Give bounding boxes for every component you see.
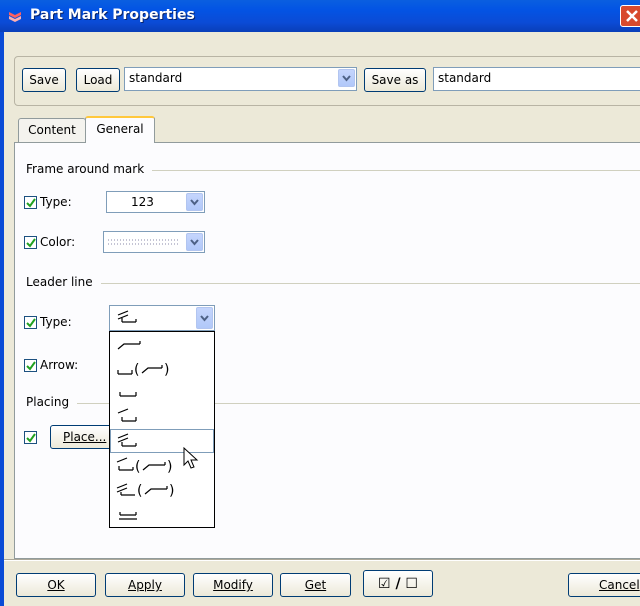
app-logo-icon xyxy=(9,12,21,22)
frame-color-select[interactable] xyxy=(103,231,205,253)
frame-type-value: 123 xyxy=(131,195,154,209)
leader-double-slant-icon xyxy=(117,433,137,447)
leader-option-straight[interactable] xyxy=(110,332,214,356)
svg-text:(: ( xyxy=(134,362,139,378)
tab-content[interactable]: Content xyxy=(18,118,86,142)
svg-text:): ) xyxy=(164,362,169,378)
save-as-field[interactable]: standard xyxy=(433,67,640,91)
placing-checkbox[interactable] xyxy=(24,431,37,444)
leader-type-label: Type: xyxy=(40,315,72,329)
leader-underline-icon xyxy=(119,512,137,520)
leader-type-select[interactable] xyxy=(109,305,215,331)
chevron-down-icon[interactable] xyxy=(186,233,203,251)
tab-general[interactable]: General xyxy=(85,116,155,143)
apply-button[interactable]: Apply xyxy=(105,573,185,597)
load-button[interactable]: Load xyxy=(76,68,120,92)
leader-double-paren-icon: ( ) xyxy=(116,483,174,498)
check-icon xyxy=(26,198,36,208)
leader-arrow-checkbox[interactable] xyxy=(24,359,37,372)
toggle-all-checkboxes-button[interactable]: ☑ / ☐ xyxy=(363,570,433,597)
leader-double-slant-icon xyxy=(117,310,137,323)
frame-color-checkbox[interactable] xyxy=(24,236,37,249)
place-button[interactable]: Place... xyxy=(50,425,116,449)
apply-button-label: Apply xyxy=(128,578,162,592)
save-button[interactable]: Save xyxy=(22,68,66,92)
get-button-label: Get xyxy=(304,578,327,592)
leader-option-double-paren[interactable]: ( ) xyxy=(110,477,214,501)
preset-select[interactable]: standard xyxy=(124,67,357,91)
frame-section-title: Frame around mark xyxy=(26,162,153,176)
save-as-button[interactable]: Save as xyxy=(364,68,426,92)
chevron-down-icon[interactable] xyxy=(196,307,213,329)
check-icon xyxy=(26,238,36,248)
leader-section-title: Leader line xyxy=(26,275,101,289)
leader-arrow-label: Arrow: xyxy=(40,358,79,372)
check-icon xyxy=(26,318,36,328)
svg-text:(: ( xyxy=(135,459,140,474)
leader-option-slant-box[interactable] xyxy=(110,404,214,428)
footer-divider-highlight xyxy=(4,560,640,561)
chevron-down-icon[interactable] xyxy=(338,69,355,87)
leader-option-box[interactable] xyxy=(110,380,214,404)
dotted-line-swatch-icon xyxy=(108,239,178,245)
frame-color-label: Color: xyxy=(40,235,76,249)
cancel-button-label: Cancel xyxy=(599,578,640,592)
check-icon xyxy=(26,361,36,371)
leader-type-checkbox[interactable] xyxy=(24,316,37,329)
get-button[interactable]: Get xyxy=(280,573,351,597)
frame-type-select[interactable]: 123 xyxy=(106,191,205,213)
close-icon xyxy=(626,10,638,22)
window-border-left xyxy=(0,32,4,606)
modify-button[interactable]: Modify xyxy=(193,573,273,597)
close-button[interactable] xyxy=(620,5,640,27)
preset-value: standard xyxy=(129,71,183,85)
modify-button-label: Modify xyxy=(213,578,253,592)
chevron-down-icon[interactable] xyxy=(186,193,203,211)
place-button-label: Place... xyxy=(63,430,107,444)
leader-slant-box-icon xyxy=(117,408,137,422)
frame-type-checkbox[interactable] xyxy=(24,196,37,209)
frame-type-label: Type: xyxy=(40,195,72,209)
leader-option-box-paren[interactable]: ( ) xyxy=(110,356,214,380)
leader-box-paren-icon: ( ) xyxy=(117,362,169,378)
placing-section-title: Placing xyxy=(26,395,78,409)
leader-option-underline[interactable] xyxy=(110,502,214,526)
leader-straight-icon xyxy=(117,341,141,350)
leader-slant-paren-icon: ( ) xyxy=(116,457,172,474)
mouse-cursor-icon xyxy=(183,447,199,469)
leader-box-icon xyxy=(119,392,137,397)
svg-text:): ) xyxy=(169,483,174,498)
title-bar[interactable]: Part Mark Properties xyxy=(0,0,640,32)
leader-section-divider xyxy=(26,283,640,284)
check-icon xyxy=(26,433,36,443)
leader-type-dropdown-list[interactable]: ( ) ( ) ( ) xyxy=(109,331,215,528)
window-title: Part Mark Properties xyxy=(30,7,195,23)
svg-text:(: ( xyxy=(137,483,142,498)
svg-text:): ) xyxy=(167,459,172,474)
ok-button-label: OK xyxy=(47,578,65,592)
cancel-button[interactable]: Cancel xyxy=(568,573,640,597)
ok-button[interactable]: OK xyxy=(16,573,96,597)
